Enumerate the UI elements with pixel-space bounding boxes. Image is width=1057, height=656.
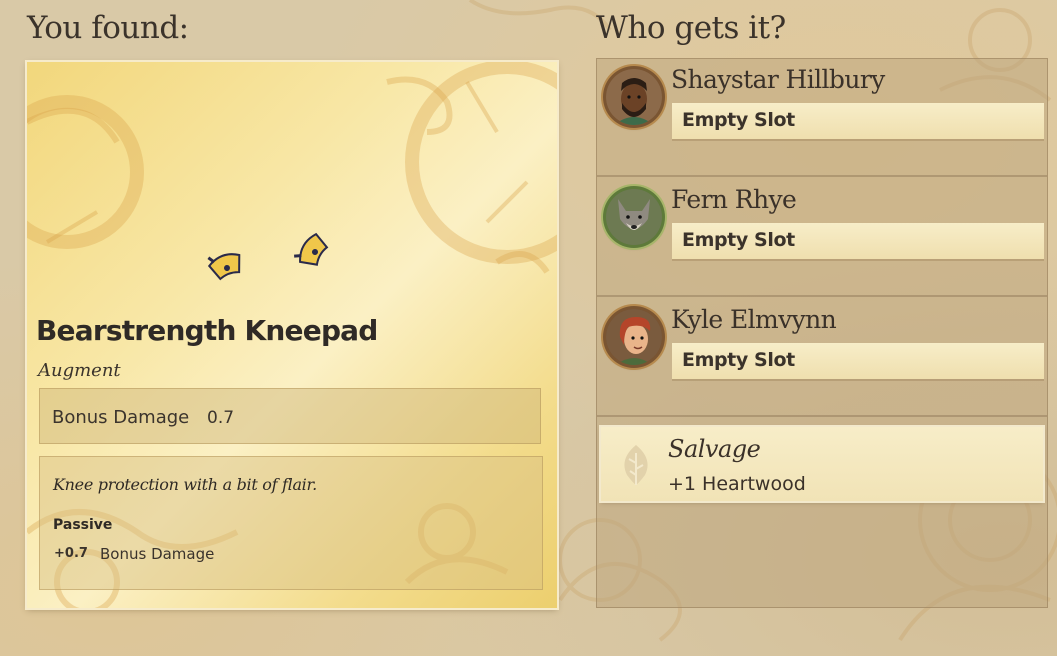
slot-label: Empty Slot [682, 229, 795, 251]
party-member-name: Shaystar Hillbury [671, 65, 885, 94]
salvage-title: Salvage [668, 435, 761, 463]
leaf-icon [624, 445, 648, 485]
description-box: Knee protection with a bit of flair. Pas… [39, 456, 543, 590]
equip-slot-button[interactable]: Empty Slot [672, 343, 1044, 379]
equip-slot-button[interactable]: Empty Slot [672, 103, 1044, 139]
item-type: Augment [38, 360, 121, 381]
avatar-red-haired-youth [606, 309, 662, 365]
equip-slot-button[interactable]: Empty Slot [672, 223, 1044, 259]
slot-label: Empty Slot [682, 109, 795, 131]
passive-value: +0.7 [54, 546, 88, 561]
stat-box: Bonus Damage 0.7 [39, 388, 541, 444]
salvage-reward: +1 Heartwood [668, 473, 806, 495]
avatar-bearded-man [606, 69, 662, 125]
party-member-name: Fern Rhye [671, 185, 797, 214]
item-card: Bearstrength Kneepad Augment Bonus Damag… [27, 62, 557, 608]
party-member-name: Kyle Elmvynn [671, 305, 837, 334]
item-name: Bearstrength Kneepad [36, 314, 378, 347]
you-found-heading: You found: [27, 10, 189, 46]
recipient-panel: Shaystar Hillbury Empty Slot Fern Rhye E… [596, 58, 1048, 608]
avatar-wolf [606, 189, 662, 245]
salvage-button[interactable]: Salvage +1 Heartwood [601, 427, 1043, 501]
item-description: Knee protection with a bit of flair. [53, 475, 317, 494]
passive-label: Passive [53, 517, 113, 533]
passive-stat: Bonus Damage [100, 545, 215, 563]
slot-label: Empty Slot [682, 349, 795, 371]
party-member-row[interactable]: Fern Rhye Empty Slot [597, 179, 1047, 297]
who-gets-it-heading: Who gets it? [596, 10, 786, 46]
party-member-row[interactable]: Kyle Elmvynn Empty Slot [597, 299, 1047, 417]
party-member-row[interactable]: Shaystar Hillbury Empty Slot [597, 59, 1047, 177]
stat-label: Bonus Damage [52, 407, 190, 428]
kneepad-icon [207, 232, 329, 281]
stat-value: 0.7 [207, 408, 235, 428]
